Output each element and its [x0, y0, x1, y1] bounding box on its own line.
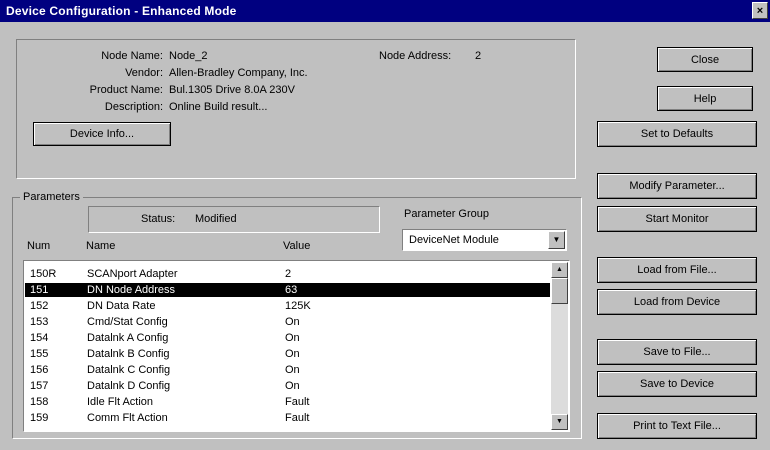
param-value: On [285, 380, 300, 392]
param-value: Fault [285, 396, 310, 408]
param-name: Idle Flt Action [87, 396, 154, 408]
param-name: Datalnk A Config [87, 332, 169, 344]
param-num: 156 [30, 364, 49, 376]
chevron-down-icon[interactable]: ▼ [548, 231, 565, 249]
list-item[interactable]: 154 Datalnk A Config On [25, 331, 550, 345]
close-button[interactable]: Close [657, 47, 753, 72]
help-button[interactable]: Help [657, 86, 753, 111]
load-from-file-button[interactable]: Load from File... [597, 257, 757, 283]
param-value: On [285, 348, 300, 360]
list-scrollbar[interactable]: ▲ ▼ [551, 262, 568, 430]
param-name: Datalnk D Config [87, 380, 171, 392]
param-num: 154 [30, 332, 49, 344]
param-value: Fault [285, 412, 310, 424]
save-to-device-button[interactable]: Save to Device [597, 371, 757, 397]
param-name: DN Data Rate [87, 300, 156, 312]
node-name-value: Node_2 [169, 50, 208, 62]
param-name: Datalnk B Config [87, 348, 170, 360]
param-num: 152 [30, 300, 49, 312]
list-item[interactable]: 152 DN Data Rate 125K [25, 299, 550, 313]
column-num-header: Num [27, 240, 51, 252]
device-configuration-dialog: Device Configuration - Enhanced Mode × N… [0, 0, 770, 450]
vendor-label: Vendor: [125, 67, 163, 79]
node-address-value: 2 [475, 50, 482, 62]
param-name: SCANport Adapter [87, 268, 178, 280]
param-value: On [285, 316, 300, 328]
window-title: Device Configuration - Enhanced Mode [6, 4, 237, 18]
param-num: 150R [30, 268, 57, 280]
list-item[interactable]: 153 Cmd/Stat Config On [25, 315, 550, 329]
device-info-button[interactable]: Device Info... [33, 122, 171, 146]
parameter-list[interactable]: 150R SCANport Adapter 2 151 DN Node Address 6… [23, 260, 570, 432]
param-value: 2 [285, 268, 292, 280]
param-num: 155 [30, 348, 49, 360]
param-value: On [285, 364, 300, 376]
param-value: On [285, 332, 300, 344]
node-address-label: Node Address: [379, 50, 452, 62]
param-name: Cmd/Stat Config [87, 316, 168, 328]
param-value: 63 [285, 284, 298, 296]
column-name-header: Name [86, 240, 116, 252]
start-monitor-button[interactable]: Start Monitor [597, 206, 757, 232]
param-num: 153 [30, 316, 49, 328]
device-info-panel: Node Name: Node_2 Node Address: 2 Vendor… [16, 39, 576, 179]
parameter-group-value: DeviceNet Module [409, 234, 499, 246]
param-name: Datalnk C Config [87, 364, 171, 376]
list-item[interactable]: 155 Datalnk B Config On [25, 347, 550, 361]
scroll-thumb[interactable] [551, 278, 568, 304]
list-item[interactable]: 158 Idle Flt Action Fault [25, 395, 550, 409]
product-name-label: Product Name: [89, 84, 163, 96]
description-value: Online Build result... [169, 101, 268, 113]
param-num: 157 [30, 380, 49, 392]
product-name-value: Bul.1305 Drive 8.0A 230V [169, 84, 295, 96]
description-label: Description: [104, 101, 163, 113]
parameter-group-select[interactable]: DeviceNet Module ▼ [402, 229, 567, 251]
status-label: Status: [141, 213, 176, 225]
vendor-value: Allen-Bradley Company, Inc. [169, 67, 308, 79]
list-item[interactable]: 159 Comm Flt Action Fault [25, 411, 550, 425]
parameter-group-label: Parameter Group [404, 208, 489, 220]
set-to-defaults-button[interactable]: Set to Defaults [597, 121, 757, 147]
column-value-header: Value [283, 240, 311, 252]
title-bar[interactable]: Device Configuration - Enhanced Mode × [0, 0, 770, 22]
param-num: 158 [30, 396, 49, 408]
print-to-text-file-button[interactable]: Print to Text File... [597, 413, 757, 439]
save-to-file-button[interactable]: Save to File... [597, 339, 757, 365]
param-name: DN Node Address [87, 284, 176, 296]
list-item[interactable]: 150R SCANport Adapter 2 [25, 267, 550, 281]
list-item[interactable]: 156 Datalnk C Config On [25, 363, 550, 377]
param-num: 159 [30, 412, 49, 424]
param-value: 125K [285, 300, 311, 312]
parameters-group-label: Parameters [20, 191, 83, 203]
scroll-down-icon[interactable]: ▼ [551, 414, 568, 430]
status-box: Status: Modified [88, 206, 380, 233]
list-item[interactable]: 157 Datalnk D Config On [25, 379, 550, 393]
close-icon[interactable]: × [752, 2, 768, 19]
param-name: Comm Flt Action [87, 412, 168, 424]
param-num: 151 [30, 284, 49, 296]
load-from-device-button[interactable]: Load from Device [597, 289, 757, 315]
status-value: Modified [195, 213, 237, 225]
node-name-label: Node Name: [101, 50, 163, 62]
modify-parameter-button[interactable]: Modify Parameter... [597, 173, 757, 199]
list-item[interactable]: 151 DN Node Address 63 [25, 283, 550, 297]
scroll-up-icon[interactable]: ▲ [551, 262, 568, 278]
